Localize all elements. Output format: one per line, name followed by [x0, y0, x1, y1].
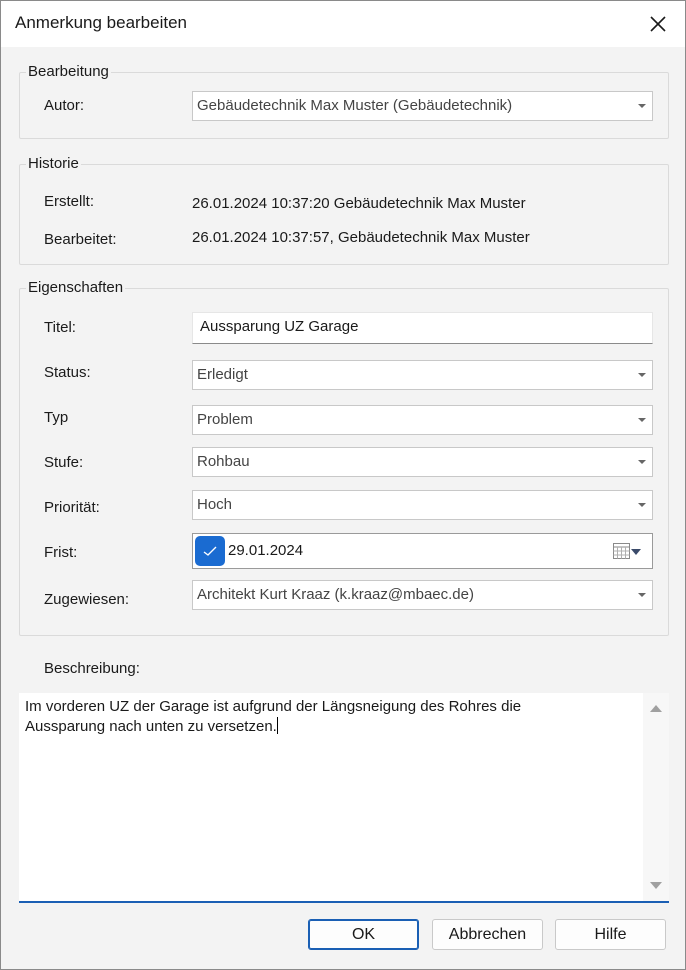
close-icon — [650, 16, 666, 32]
stufe-dropdown[interactable]: Rohbau — [192, 447, 653, 477]
typ-label: Typ — [44, 409, 69, 426]
stufe-label: Stufe: — [44, 454, 84, 471]
dialog-title: Anmerkung bearbeiten — [15, 13, 188, 32]
group-label-eigenschaften: Eigenschaften — [26, 279, 126, 297]
chevron-down-icon[interactable] — [631, 549, 641, 555]
text-caret — [276, 717, 278, 734]
close-button[interactable] — [641, 7, 675, 41]
titel-label: Titel: — [44, 319, 76, 336]
help-button[interactable]: Hilfe — [555, 919, 666, 950]
chevron-down-icon — [638, 503, 646, 507]
cancel-button[interactable]: Abbrechen — [432, 919, 543, 950]
zugewiesen-label: Zugewiesen: — [44, 591, 130, 608]
prioritaet-label: Priorität: — [44, 499, 100, 516]
chevron-down-icon — [638, 593, 646, 597]
chevron-down-icon — [638, 460, 646, 464]
bearbeitet-label: Bearbeitet: — [44, 231, 117, 248]
autor-dropdown[interactable]: Gebäudetechnik Max Muster (Gebäudetechni… — [192, 91, 653, 121]
dialog-window: Anmerkung bearbeiten Bearbeitung Autor: … — [0, 0, 686, 970]
beschreibung-line-1: Im vorderen UZ der Garage ist aufgrund d… — [25, 698, 522, 715]
frist-value: 29.01.2024 — [228, 542, 304, 559]
zugewiesen-value: Architekt Kurt Kraaz (k.kraaz@mbaec.de) — [197, 586, 474, 603]
prioritaet-dropdown[interactable]: Hoch — [192, 490, 653, 520]
beschreibung-label: Beschreibung: — [44, 660, 140, 677]
autor-label: Autor: — [44, 97, 85, 114]
frist-label: Frist: — [44, 544, 78, 561]
chevron-down-icon — [638, 104, 646, 108]
calendar-icon[interactable] — [613, 543, 630, 559]
group-label-historie: Historie — [26, 155, 81, 173]
titel-value: Aussparung UZ Garage — [200, 318, 359, 335]
erstellt-label: Erstellt: — [44, 193, 95, 210]
ok-button[interactable]: OK — [308, 919, 419, 950]
bearbeitet-value: 26.01.2024 10:37:57, Gebäudetechnik Max … — [192, 229, 530, 246]
beschreibung-textarea[interactable]: Im vorderen UZ der Garage ist aufgrund d… — [19, 693, 669, 903]
frist-checkbox[interactable] — [195, 536, 225, 566]
scroll-up-icon[interactable] — [650, 705, 662, 712]
vertical-scrollbar[interactable] — [643, 693, 669, 901]
chevron-down-icon — [638, 418, 646, 422]
frist-datepicker[interactable]: 29.01.2024 — [192, 533, 653, 569]
scroll-down-icon[interactable] — [650, 882, 662, 889]
stufe-value: Rohbau — [197, 453, 250, 470]
beschreibung-text: Im vorderen UZ der Garage ist aufgrund d… — [25, 697, 635, 737]
prioritaet-value: Hoch — [197, 496, 233, 513]
title-bar: Anmerkung bearbeiten — [1, 1, 685, 47]
typ-value: Problem — [197, 411, 253, 428]
zugewiesen-dropdown[interactable]: Architekt Kurt Kraaz (k.kraaz@mbaec.de) — [192, 580, 653, 610]
erstellt-value: 26.01.2024 10:37:20 Gebäudetechnik Max M… — [192, 195, 526, 212]
status-label: Status: — [44, 364, 91, 381]
check-icon — [203, 546, 217, 556]
group-label-bearbeitung: Bearbeitung — [26, 63, 111, 81]
group-historie: Historie — [19, 155, 669, 265]
status-dropdown[interactable]: Erledigt — [192, 360, 653, 390]
autor-value: Gebäudetechnik Max Muster (Gebäudetechni… — [197, 97, 513, 114]
beschreibung-line-2: Aussparung nach unten zu versetzen. — [25, 717, 635, 737]
beschreibung-line-2-text: Aussparung nach unten zu versetzen. — [25, 718, 277, 735]
status-value: Erledigt — [197, 366, 248, 383]
titel-input[interactable]: Aussparung UZ Garage — [192, 312, 653, 344]
chevron-down-icon — [638, 373, 646, 377]
typ-dropdown[interactable]: Problem — [192, 405, 653, 435]
